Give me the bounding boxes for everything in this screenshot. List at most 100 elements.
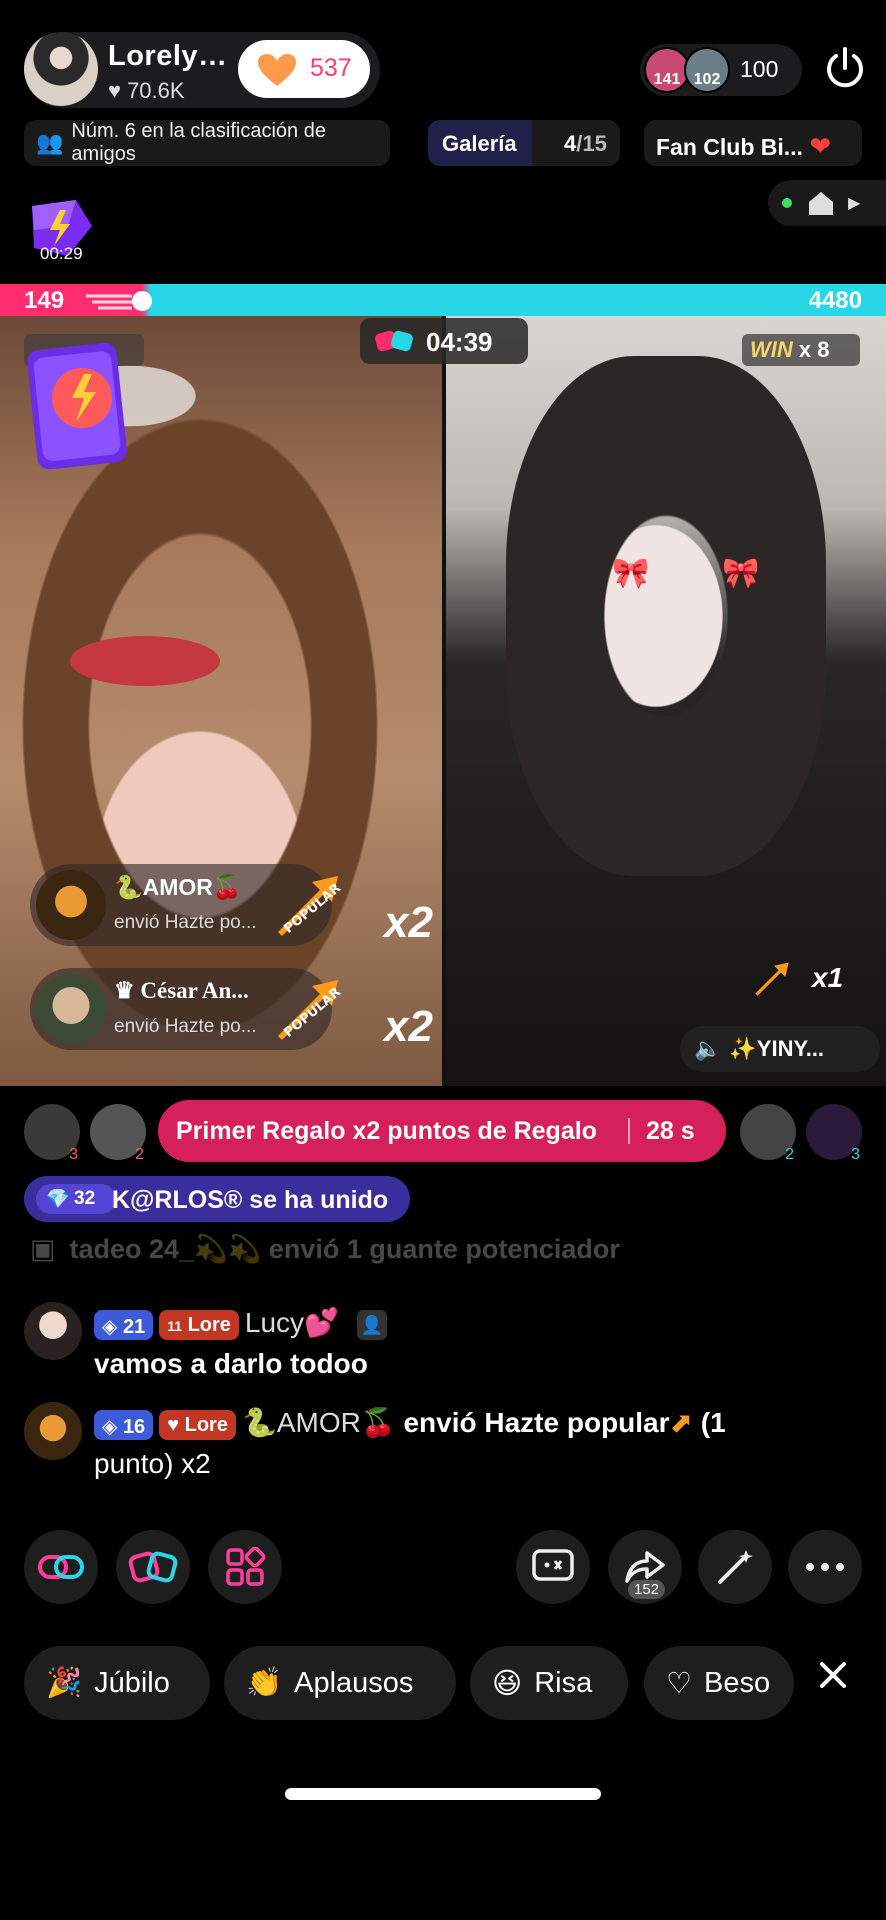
comment-button[interactable] [516,1530,590,1604]
friends-rank-pill[interactable]: 👥 Núm. 6 en la clasificación de amigos [24,120,390,166]
chat-text: vamos a darlo todoo [94,1348,368,1379]
heart-small-icon: ♥ [108,78,122,103]
diamond-icon: 💎 [46,1189,70,1210]
gallery-count: 4/15 [564,131,607,156]
chat-username[interactable]: Lucy💕 [245,1307,339,1338]
host-avatar[interactable] [24,32,98,106]
fan-badge: ♥ Lore [159,1409,236,1440]
user-level-badge: ◈ 21 [94,1309,154,1340]
host-likes-count: 70.6K [127,78,185,103]
chat-avatar[interactable] [24,1402,82,1460]
party-icon: 🎉 [46,1667,83,1699]
reaction-beso[interactable]: ♡ Beso [644,1646,794,1720]
gallery-label: Galería [428,120,532,166]
fan-club-label: Fan Club Bi... [656,134,803,160]
more-icon [806,1563,844,1571]
toast-multiplier: x2 [384,898,433,947]
battle-icon [128,1551,178,1583]
viewer-count: 100 [740,56,779,82]
host-card[interactable]: Lorely… ♥ 70.6K 537 [24,32,380,108]
opponent-name-pill[interactable]: 🔈 ✨YINY... [680,1026,880,1072]
laugh-icon: 😆 [492,1667,523,1700]
ribbon-decoration: 🎀 [612,557,650,590]
rank-text: Núm. 6 en la clasificación de amigos [71,120,326,165]
promo-banner[interactable]: Primer Regalo x2 puntos de Regalo 28 s [158,1100,726,1162]
link-button[interactable] [24,1530,98,1604]
boost-timer: 00:29 [40,244,83,263]
supporter-avatar[interactable]: 3 [24,1104,80,1163]
battle-button[interactable] [116,1530,190,1604]
follow-heart-button[interactable]: 537 [238,40,370,98]
gallery-pill[interactable]: Galería 4/15 [428,120,620,166]
promo-divider [628,1118,630,1144]
friends-icon: 👥 [36,130,64,155]
supporter-avatar[interactable]: 2 [740,1104,796,1163]
toast-message: envió Hazte po... [114,912,257,933]
chevron-right-icon[interactable]: ▶ [848,193,860,213]
clap-icon: 👏 [246,1667,283,1699]
link-icon [38,1555,84,1579]
right-multiplier: x1 [812,962,844,993]
chat-header: ◈ 21 11 Lore Lucy💕 👤 [94,1306,387,1340]
fan-club-pill[interactable]: Fan Club Bi... ❤ [644,120,862,166]
heart-count: 537 [310,54,352,82]
win-mult: x 8 [798,337,830,362]
power-icon [827,47,863,88]
chat-avatar[interactable] [24,1302,82,1360]
mini-controls[interactable]: ▶ [768,180,886,226]
battle-timer-pill: 04:39 [360,318,528,364]
exit-button[interactable] [822,46,868,92]
svg-text:POPULAR: POPULAR [281,881,342,937]
grid-icon [226,1547,265,1586]
apps-button[interactable] [208,1530,282,1604]
boost-glove-card[interactable] [28,336,132,476]
toast-multiplier: x2 [384,1002,433,1051]
chat-username[interactable]: 🐍AMOR🍒 [242,1407,396,1438]
gift-toast[interactable]: 🐍AMOR🍒 envió Hazte po... POPULAR [30,864,342,946]
chat-text: punto) x2 [94,1448,211,1479]
live-dot-icon [782,198,792,208]
user-level-badge: ◈ 16 [94,1409,154,1440]
toast-sender: ♛ César An... [114,978,249,1003]
win-streak-badge: WIN x 8 [742,334,860,366]
chat-message[interactable]: ◈ 16 ♥ Lore 🐍AMOR🍒 envió Hazte popular⬈ (1… [24,1402,864,1502]
toast-message: envió Hazte po... [114,1016,257,1037]
win-label: WIN [750,337,793,362]
fan-badge: 11 Lore [159,1309,239,1340]
chat-header: ◈ 16 ♥ Lore 🐍AMOR🍒 envió Hazte popular⬈ (1 [94,1406,726,1440]
promo-countdown: 28 s [646,1117,695,1145]
host-name: Lorely… [108,40,228,72]
hair-right [506,356,826,876]
heart-outline-icon: ♡ [666,1667,692,1700]
score-left: 149 [24,287,65,314]
popular-gift-icon: POPULAR [274,972,342,1044]
share-button[interactable]: 152 [608,1530,682,1604]
comment-icon [532,1549,574,1581]
popular-mini-icon [752,958,792,998]
gift-toast[interactable]: ♛ César An... envió Hazte po... POPULAR [30,968,342,1050]
close-reactions-button[interactable] [818,1660,848,1690]
home-icon[interactable] [806,189,836,217]
follow-user-icon[interactable]: 👤 [356,1309,387,1340]
magic-wand-button[interactable] [698,1530,772,1604]
reaction-jubilo[interactable]: 🎉 Júbilo [24,1646,210,1720]
home-indicator[interactable] [285,1788,601,1800]
chat-message[interactable]: ◈ 21 11 Lore Lucy💕 👤 vamos a darlo todoo [24,1302,864,1402]
supporter-avatar[interactable]: 2 [90,1104,146,1163]
more-button[interactable] [788,1530,862,1604]
lips [70,636,220,686]
toast-avatar [36,870,106,940]
user-level-badge: 💎 32 [36,1184,116,1214]
top-viewers[interactable]: 141 102 100 [640,44,802,96]
speaker-icon: 🔈 [694,1036,722,1061]
reaction-risa[interactable]: 😆 Risa [470,1646,628,1720]
viewer-avatar-2[interactable]: 102 [684,47,730,93]
battle-timer: 04:39 [426,327,493,357]
boxing-glove-icon [28,342,127,470]
fan-club-heart-icon: ❤ [809,131,832,161]
promo-text: Primer Regalo x2 puntos de Regalo [176,1117,597,1145]
host-likes: ♥ 70.6K [108,78,185,104]
supporter-avatar[interactable]: 3 [806,1104,862,1163]
ribbon-decoration-2: 🎀 [722,557,760,590]
reaction-aplausos[interactable]: 👏 Aplausos [224,1646,456,1720]
